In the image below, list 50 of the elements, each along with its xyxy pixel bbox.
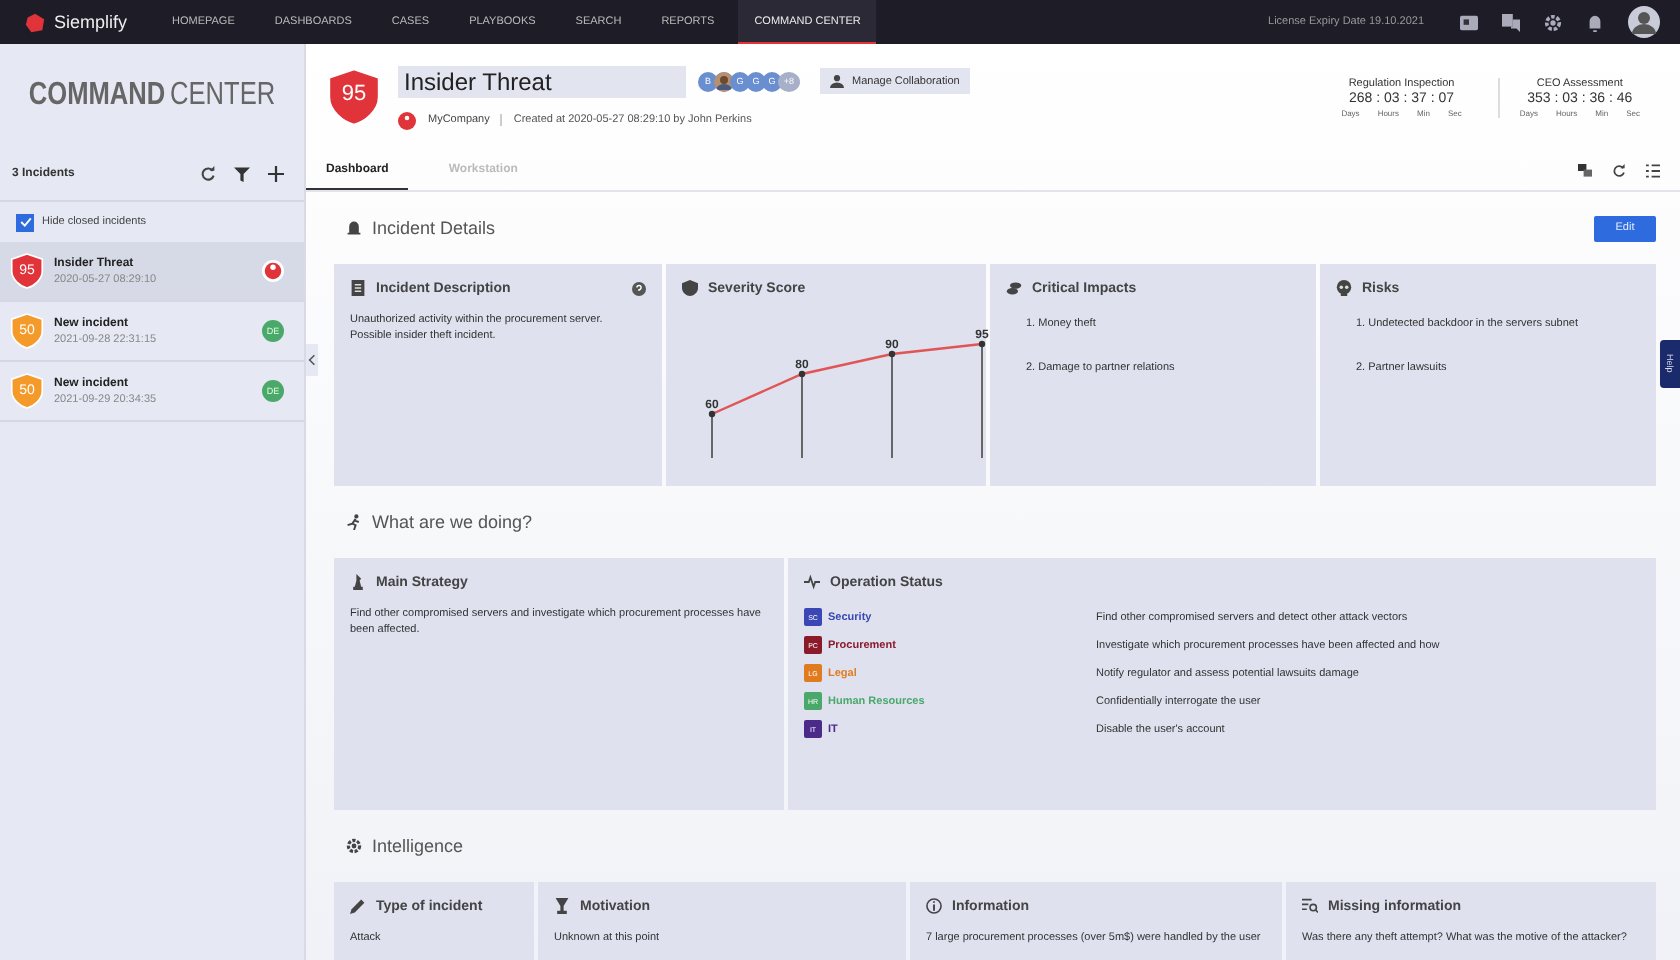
pencil-icon [350, 898, 366, 914]
section-title: Incident Details [372, 218, 496, 238]
windows-icon[interactable] [1578, 163, 1592, 177]
list-search-icon [1302, 898, 1318, 914]
command-center-logo: CENTER [170, 78, 276, 114]
risk-score: 95 [339, 82, 369, 106]
id-card-icon[interactable] [1460, 13, 1478, 31]
chat-icon[interactable] [1502, 13, 1520, 31]
grid-line [981, 343, 983, 459]
refresh-icon[interactable] [1612, 163, 1626, 177]
logo-icon [24, 11, 46, 33]
gear-icon [346, 838, 362, 854]
data-point [888, 350, 896, 358]
incident-title-field[interactable]: Insider Threat [398, 65, 686, 97]
info-icon [926, 898, 942, 914]
flag-icon [262, 260, 284, 282]
goblet-icon [554, 898, 570, 914]
grid-line [711, 413, 713, 459]
user-icon [830, 74, 844, 88]
document-icon [350, 280, 366, 296]
data-point [708, 410, 716, 418]
section-title: What are we doing? [372, 512, 533, 532]
help-icon[interactable] [632, 281, 646, 295]
list-icon[interactable] [1646, 163, 1660, 177]
refresh-icon[interactable] [200, 166, 216, 182]
section-title: Intelligence [372, 836, 464, 856]
chess-piece-icon [350, 574, 366, 590]
settings-icon[interactable] [1544, 13, 1562, 31]
coins-icon [1006, 280, 1022, 296]
shield-icon [682, 280, 698, 296]
data-point [798, 370, 806, 378]
collapse-sidebar-button[interactable] [306, 344, 318, 376]
collaborator-avatar [714, 71, 734, 91]
chevron-left-icon [308, 354, 316, 366]
brand-name: Siemplify [54, 12, 128, 32]
bell-icon[interactable] [1586, 13, 1604, 31]
running-person-icon [346, 514, 362, 530]
data-point [978, 340, 986, 348]
flag-icon [398, 111, 416, 129]
command-center-logo: COMMAND [28, 78, 166, 114]
grid-line [801, 373, 803, 459]
add-icon[interactable] [268, 166, 284, 182]
score-shield [326, 66, 382, 128]
filter-icon[interactable] [234, 166, 250, 182]
pulse-icon [804, 574, 820, 590]
skull-icon [1336, 280, 1352, 296]
checkbox[interactable] [16, 213, 34, 231]
grid-line [891, 353, 893, 459]
bell-icon [346, 220, 362, 236]
user-avatar[interactable] [1628, 6, 1660, 38]
